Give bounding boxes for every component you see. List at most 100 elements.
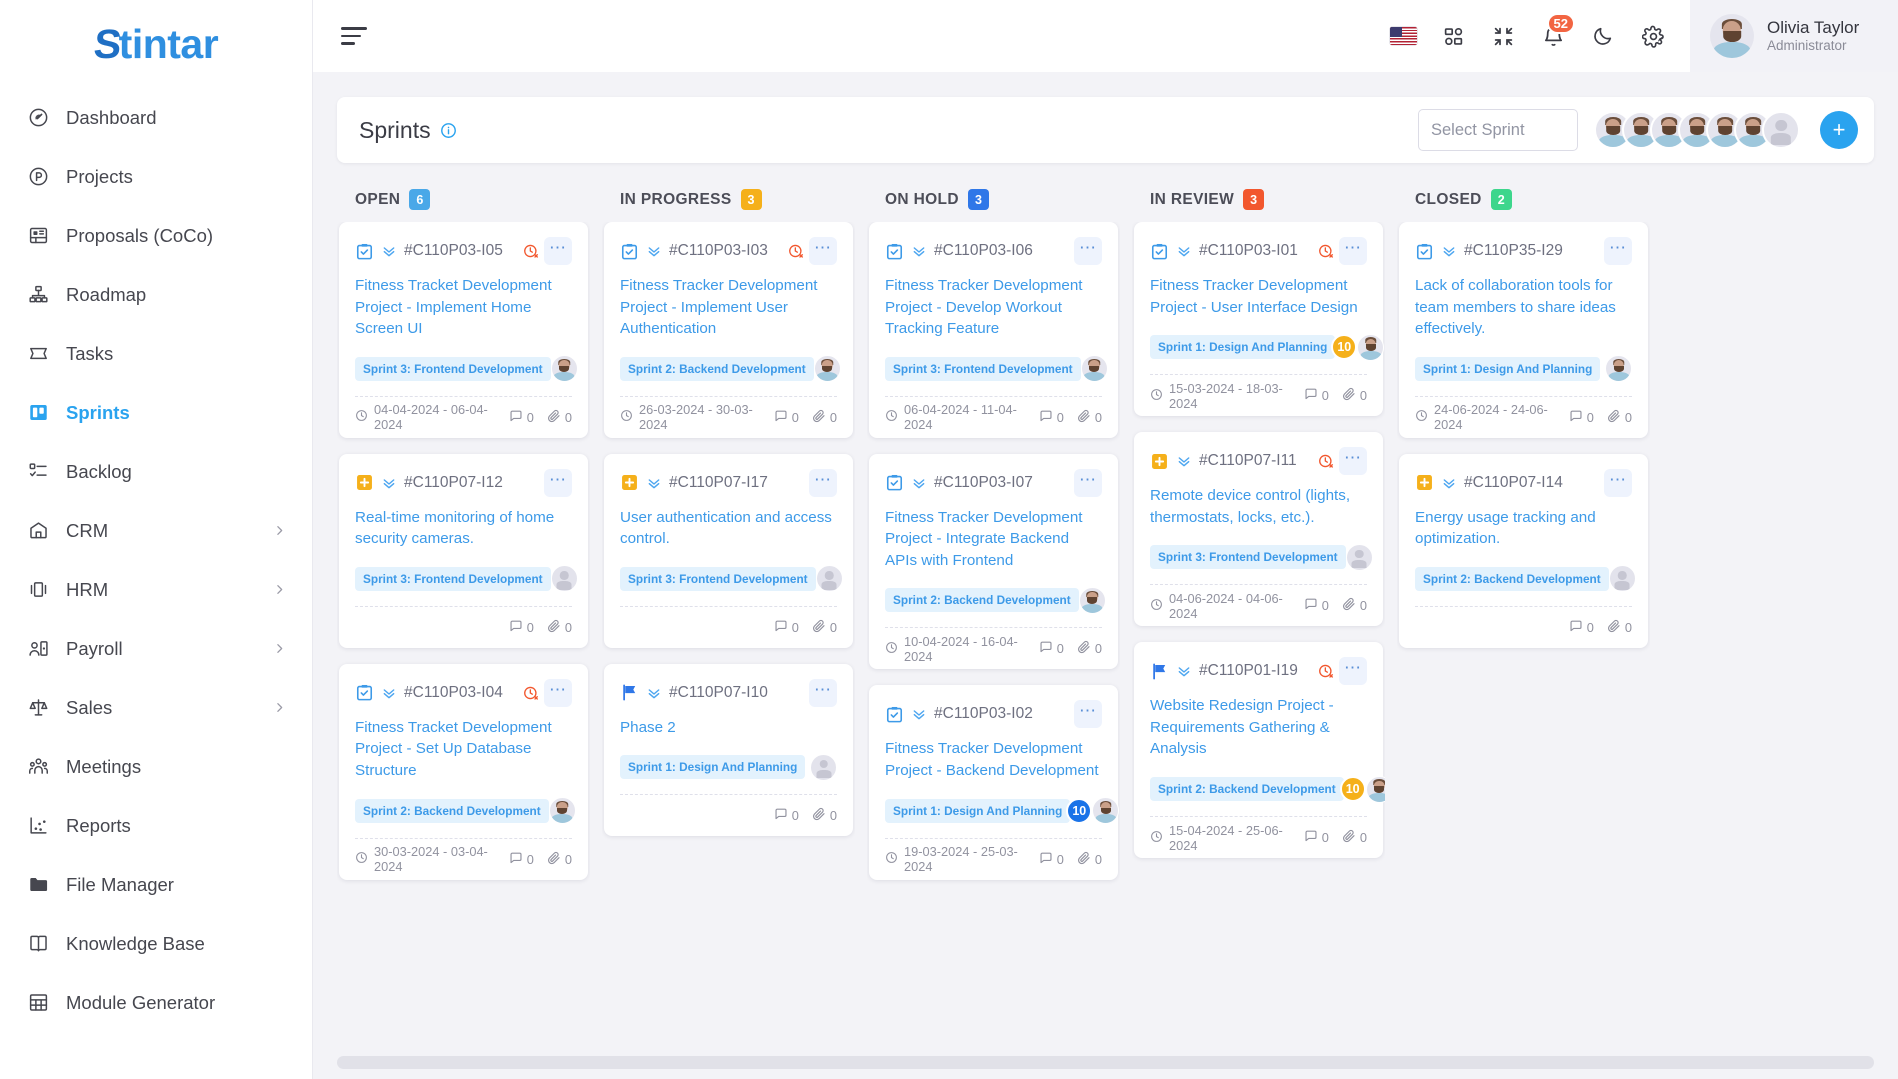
kanban-card[interactable]: #C110P01-I19 ⋯ Website Redesign Project … bbox=[1134, 642, 1385, 859]
sprint-tag[interactable]: Sprint 2: Backend Development bbox=[355, 798, 549, 823]
comment-count[interactable]: 0 bbox=[1569, 619, 1594, 636]
card-title[interactable]: Remote device control (lights, thermosta… bbox=[1150, 485, 1367, 528]
kanban-card[interactable]: #C110P07-I11 ⋯ Remote device control (li… bbox=[1134, 432, 1383, 627]
sidebar-item-reports[interactable]: Reports bbox=[0, 796, 312, 855]
kanban-card[interactable]: #C110P03-I07 ⋯ Fitness Tracker Developme… bbox=[869, 453, 1118, 670]
compress-icon[interactable] bbox=[1478, 11, 1528, 61]
card-menu-button[interactable]: ⋯ bbox=[544, 237, 572, 265]
card-id[interactable]: #C110P03-I03 bbox=[669, 242, 768, 260]
card-id[interactable]: #C110P03-I05 bbox=[404, 242, 503, 260]
card-title[interactable]: Fitness Tracker Development Project - De… bbox=[885, 275, 1102, 340]
kanban-card[interactable]: #C110P35-I29 ⋯ Lack of collaboration too… bbox=[1399, 222, 1648, 438]
sidebar-item-payroll[interactable]: Payroll bbox=[0, 619, 312, 678]
sidebar-item-module-generator[interactable]: Module Generator bbox=[0, 973, 312, 1032]
kanban-card[interactable]: #C110P03-I05 ⋯ Fitness Tracket Developme… bbox=[339, 222, 588, 438]
card-title[interactable]: Energy usage tracking and optimization. bbox=[1415, 507, 1632, 550]
comment-count[interactable]: 0 bbox=[1039, 409, 1064, 426]
sidebar-item-file-manager[interactable]: File Manager bbox=[0, 855, 312, 914]
select-sprint-dropdown[interactable]: Select Sprint bbox=[1418, 109, 1578, 151]
comment-count[interactable]: 0 bbox=[1039, 640, 1064, 657]
chevron-double-down-icon[interactable] bbox=[646, 685, 662, 701]
chevron-right-icon[interactable] bbox=[273, 701, 286, 714]
sidebar-item-sprints[interactable]: Sprints bbox=[0, 383, 312, 442]
card-id[interactable]: #C110P35-I29 bbox=[1464, 242, 1563, 260]
card-menu-button[interactable]: ⋯ bbox=[809, 468, 837, 497]
card-id[interactable]: #C110P07-I14 bbox=[1464, 474, 1563, 492]
attachment-count[interactable]: 0 bbox=[547, 619, 572, 636]
hamburger-icon[interactable] bbox=[341, 23, 375, 49]
comment-count[interactable]: 0 bbox=[774, 807, 799, 824]
comment-count[interactable]: 0 bbox=[774, 619, 799, 636]
card-menu-button[interactable]: ⋯ bbox=[1074, 237, 1102, 265]
card-menu-button[interactable]: ⋯ bbox=[809, 237, 837, 265]
card-menu-button[interactable]: ⋯ bbox=[1604, 468, 1632, 497]
sidebar-item-crm[interactable]: CRM bbox=[0, 501, 312, 560]
card-menu-button[interactable]: ⋯ bbox=[1074, 700, 1102, 729]
sprint-tag[interactable]: Sprint 1: Design And Planning bbox=[620, 755, 806, 780]
attachment-count[interactable]: 0 bbox=[812, 619, 837, 636]
chevron-double-down-icon[interactable] bbox=[381, 475, 397, 491]
sidebar-item-dashboard[interactable]: Dashboard bbox=[0, 88, 312, 147]
attachment-count[interactable]: 0 bbox=[1607, 619, 1632, 636]
sprint-tag[interactable]: Sprint 3: Frontend Development bbox=[885, 356, 1081, 381]
attachment-count[interactable]: 0 bbox=[1342, 597, 1367, 614]
card-id[interactable]: #C110P03-I04 bbox=[404, 684, 503, 702]
card-id[interactable]: #C110P03-I07 bbox=[934, 474, 1033, 492]
card-menu-button[interactable]: ⋯ bbox=[1339, 657, 1367, 686]
sprint-tag[interactable]: Sprint 2: Backend Development bbox=[620, 356, 814, 381]
chevron-double-down-icon[interactable] bbox=[911, 243, 927, 259]
sprint-tag[interactable]: Sprint 3: Frontend Development bbox=[355, 356, 551, 381]
chevron-double-down-icon[interactable] bbox=[1176, 663, 1192, 679]
card-title[interactable]: Website Redesign Project - Requirements … bbox=[1150, 695, 1367, 760]
chevron-double-down-icon[interactable] bbox=[381, 685, 397, 701]
sidebar-item-sales[interactable]: Sales bbox=[0, 678, 312, 737]
info-circle-icon[interactable] bbox=[440, 122, 457, 139]
sprint-tag[interactable]: Sprint 2: Backend Development bbox=[1150, 777, 1344, 802]
card-title[interactable]: Fitness Tracker Development Project - Ba… bbox=[885, 738, 1102, 781]
us-flag-icon[interactable] bbox=[1378, 11, 1428, 61]
card-menu-button[interactable]: ⋯ bbox=[1074, 468, 1102, 497]
card-title[interactable]: Real-time monitoring of home security ca… bbox=[355, 507, 572, 550]
chevron-double-down-icon[interactable] bbox=[1176, 453, 1192, 469]
chevron-double-down-icon[interactable] bbox=[646, 475, 662, 491]
sidebar-item-knowledge-base[interactable]: Knowledge Base bbox=[0, 914, 312, 973]
chevron-double-down-icon[interactable] bbox=[1441, 243, 1457, 259]
sidebar-item-hrm[interactable]: HRM bbox=[0, 560, 312, 619]
app-logo[interactable]: Stintar bbox=[0, 0, 312, 88]
card-id[interactable]: #C110P03-I06 bbox=[934, 242, 1033, 260]
attachment-count[interactable]: 0 bbox=[812, 409, 837, 426]
card-id[interactable]: #C110P07-I10 bbox=[669, 684, 768, 702]
attachment-count[interactable]: 0 bbox=[547, 409, 572, 426]
kanban-card[interactable]: #C110P07-I14 ⋯ Energy usage tracking and… bbox=[1399, 453, 1648, 648]
card-title[interactable]: Phase 2 bbox=[620, 717, 837, 739]
card-menu-button[interactable]: ⋯ bbox=[1339, 447, 1367, 476]
card-menu-button[interactable]: ⋯ bbox=[544, 468, 572, 497]
kanban-card[interactable]: #C110P03-I01 ⋯ Fitness Tracker Developme… bbox=[1134, 222, 1385, 417]
card-title[interactable]: Fitness Tracket Development Project - Im… bbox=[355, 275, 572, 340]
sprint-tag[interactable]: Sprint 3: Frontend Development bbox=[1150, 545, 1346, 570]
sprint-tag[interactable]: Sprint 2: Backend Development bbox=[1415, 566, 1609, 591]
comment-count[interactable]: 0 bbox=[1304, 597, 1329, 614]
add-member-button[interactable]: + bbox=[1820, 111, 1858, 149]
kanban-card[interactable]: #C110P03-I02 ⋯ Fitness Tracker Developme… bbox=[869, 685, 1120, 880]
card-id[interactable]: #C110P07-I17 bbox=[669, 474, 768, 492]
attachment-count[interactable]: 0 bbox=[1077, 409, 1102, 426]
sidebar-item-roadmap[interactable]: Roadmap bbox=[0, 265, 312, 324]
card-title[interactable]: Lack of collaboration tools for team mem… bbox=[1415, 275, 1632, 340]
card-id[interactable]: #C110P03-I02 bbox=[934, 705, 1033, 723]
sprint-tag[interactable]: Sprint 1: Design And Planning bbox=[1415, 356, 1601, 381]
card-id[interactable]: #C110P07-I11 bbox=[1199, 452, 1297, 470]
user-profile-menu[interactable]: Olivia Taylor Administrator bbox=[1690, 0, 1898, 72]
chevron-double-down-icon[interactable] bbox=[911, 706, 927, 722]
card-id[interactable]: #C110P03-I01 bbox=[1199, 242, 1298, 260]
card-menu-button[interactable]: ⋯ bbox=[544, 678, 572, 707]
sprint-tag[interactable]: Sprint 1: Design And Planning bbox=[885, 798, 1071, 823]
attachment-count[interactable]: 0 bbox=[1342, 387, 1367, 404]
kanban-card[interactable]: #C110P03-I04 ⋯ Fitness Tracket Developme… bbox=[339, 663, 588, 880]
sprint-tag[interactable]: Sprint 1: Design And Planning bbox=[1150, 335, 1336, 360]
chevron-double-down-icon[interactable] bbox=[646, 243, 662, 259]
comment-count[interactable]: 0 bbox=[1569, 409, 1594, 426]
kanban-card[interactable]: #C110P07-I17 ⋯ User authentication and a… bbox=[604, 453, 853, 648]
sidebar-item-proposals-coco[interactable]: Proposals (CoCo) bbox=[0, 206, 312, 265]
gear-icon[interactable] bbox=[1628, 11, 1678, 61]
